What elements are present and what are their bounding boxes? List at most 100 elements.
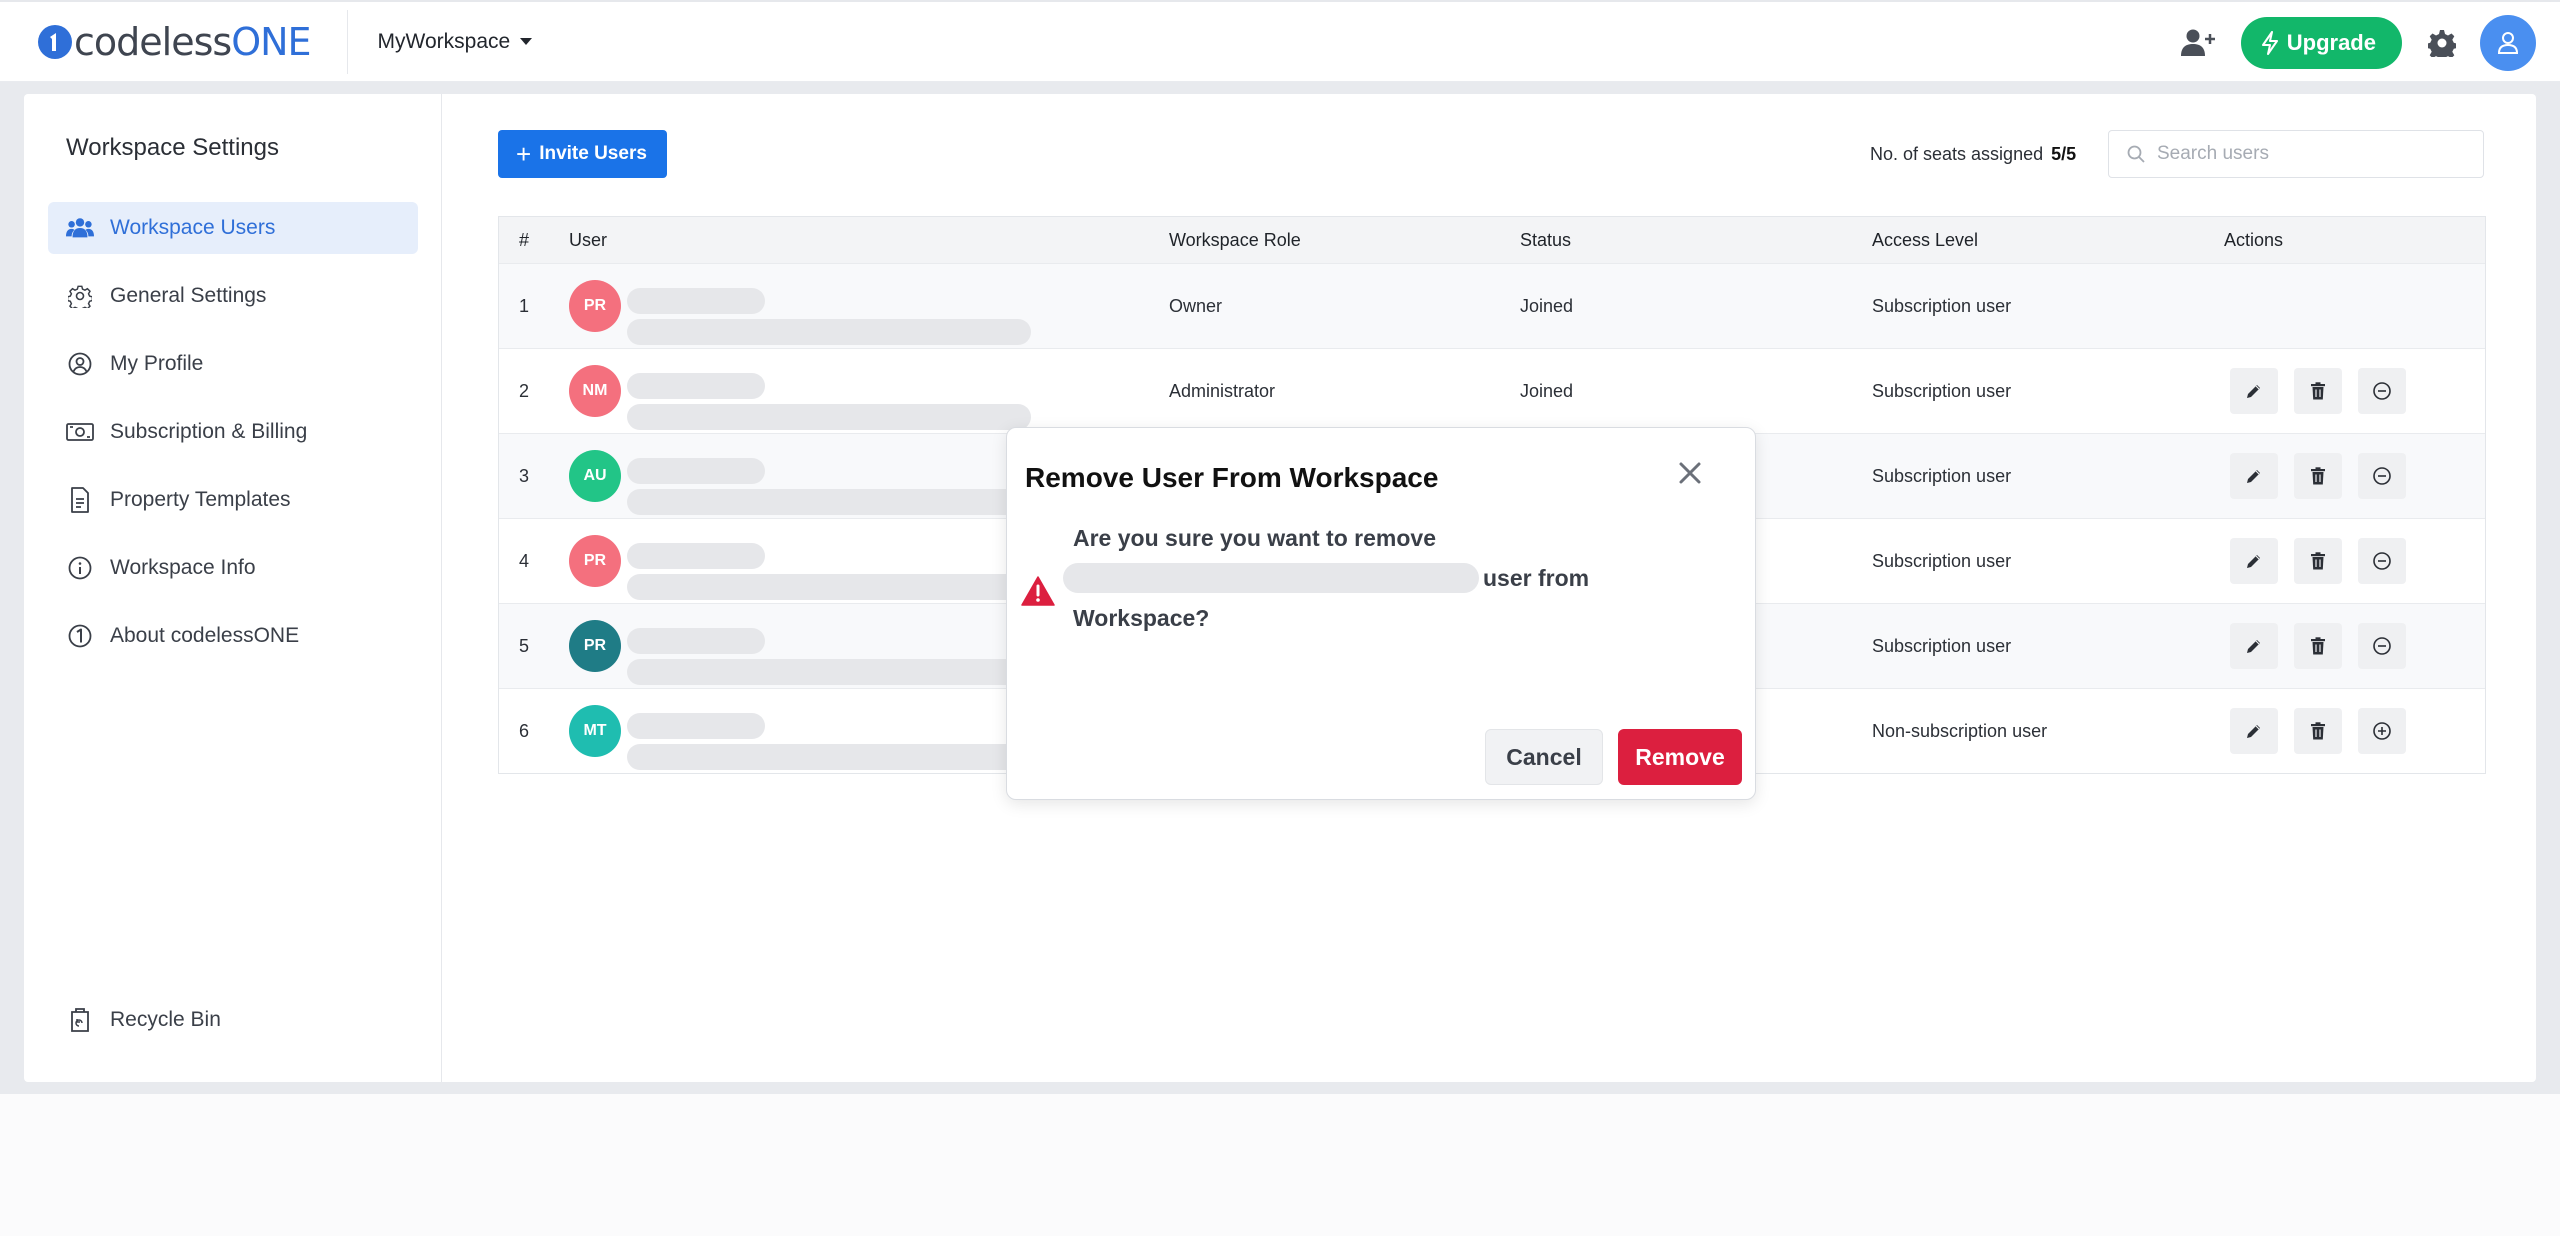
column-header: Status (1520, 229, 1572, 250)
workspace-switcher[interactable]: MyWorkspace (378, 30, 533, 54)
row-number: 4 (519, 550, 530, 571)
seats-value: 5/5 (2051, 144, 2077, 164)
sidebar-nav: Workspace Users General Settings My Prof… (48, 202, 418, 678)
edit-button[interactable] (2230, 368, 2278, 414)
remove-subscription-button[interactable] (2358, 623, 2406, 669)
sidebar-item-label: Workspace Users (110, 216, 276, 239)
avatar: MT (569, 705, 621, 757)
access-level-cell: Subscription user (1872, 295, 2012, 316)
logo-mark-icon (38, 24, 72, 59)
actions-cell (2224, 623, 2485, 669)
delete-button[interactable] (2294, 453, 2342, 499)
codelessone-icon (66, 622, 94, 650)
upgrade-button[interactable]: Upgrade (2240, 17, 2402, 69)
lightning-icon (2261, 31, 2278, 55)
trash-icon (2310, 552, 2326, 570)
sidebar-item-subscription-billing[interactable]: Subscription & Billing (48, 406, 418, 458)
sidebar: Workspace Settings Workspace Users Gener… (24, 94, 442, 1082)
sidebar-item-label: Property Templates (110, 488, 291, 511)
sidebar-item-my-profile[interactable]: My Profile (48, 338, 418, 390)
row-number: 6 (519, 720, 530, 741)
sidebar-item-property-templates[interactable]: Property Templates (48, 474, 418, 526)
search-icon (2127, 145, 2145, 163)
row-number: 1 (519, 295, 530, 316)
edit-button[interactable] (2230, 538, 2278, 584)
dialog-message: Are you sure you want to remove user fro… (1063, 518, 1633, 638)
settings-button[interactable] (2422, 23, 2462, 63)
user-name-placeholder (627, 457, 1031, 515)
sidebar-item-label: Subscription & Billing (110, 420, 308, 443)
user-plus-icon (2180, 29, 2215, 56)
sidebar-item-workspace-info[interactable]: Workspace Info (48, 542, 418, 594)
document-icon (66, 486, 94, 514)
add-user-button[interactable] (2179, 23, 2219, 63)
dialog-title: Remove User From Workspace (1025, 462, 1439, 493)
sidebar-item-general-settings[interactable]: General Settings (48, 270, 418, 322)
remove-subscription-button[interactable] (2358, 368, 2406, 414)
delete-button[interactable] (2294, 623, 2342, 669)
sidebar-item-label: About codelessONE (110, 624, 300, 647)
delete-button[interactable] (2294, 538, 2342, 584)
delete-button[interactable] (2294, 368, 2342, 414)
warning-icon (1021, 576, 1055, 611)
pencil-icon (2245, 722, 2263, 740)
app-logo[interactable]: codelessONE (38, 1, 312, 83)
remove-subscription-button[interactable] (2358, 453, 2406, 499)
edit-button[interactable] (2230, 708, 2278, 754)
info-icon (66, 554, 94, 582)
gear-icon (2428, 30, 2456, 57)
table-row: 2 NM Administrator Joined Subscription user (499, 348, 2485, 433)
table-row: 1 PR Owner Joined Subscription user (499, 263, 2485, 348)
delete-button[interactable] (2294, 708, 2342, 754)
user-name-placeholder (627, 372, 1031, 430)
cancel-button[interactable]: Cancel (1485, 729, 1603, 785)
actions-cell (2224, 538, 2485, 584)
sidebar-item-recycle-bin[interactable]: Recycle Bin (48, 994, 418, 1046)
close-button[interactable] (1673, 456, 1707, 490)
sidebar-item-about[interactable]: About codelessONE (48, 610, 418, 662)
avatar: NM (569, 365, 621, 417)
edit-button[interactable] (2230, 623, 2278, 669)
recycle-bin-icon (66, 1006, 94, 1034)
sidebar-item-label: General Settings (110, 284, 267, 307)
search-box[interactable] (2108, 130, 2484, 178)
actions-cell (2224, 453, 2485, 499)
row-number: 2 (519, 380, 530, 401)
circle-plus-icon (2372, 721, 2392, 741)
column-header: User (569, 229, 608, 250)
row-number: 5 (519, 635, 530, 656)
user-cell: PR (569, 268, 1169, 345)
trash-icon (2310, 722, 2326, 740)
row-number: 3 (519, 465, 530, 486)
search-input[interactable] (2157, 143, 2457, 165)
invite-users-button[interactable]: + Invite Users (498, 130, 667, 178)
edit-button[interactable] (2230, 453, 2278, 499)
add-subscription-button[interactable] (2358, 708, 2406, 754)
sidebar-item-label: Workspace Info (110, 556, 256, 579)
logo-text: codelessONE (74, 19, 312, 64)
circle-minus-icon (2372, 381, 2392, 401)
message-mid: user from (1483, 565, 1590, 591)
message-start: Are you sure you want to remove (1073, 525, 1436, 551)
remove-user-dialog: Remove User From Workspace Are you sure … (1006, 427, 1756, 800)
seats-assigned: No. of seats assigned 5/5 (1870, 144, 2076, 165)
remove-button[interactable]: Remove (1618, 729, 1742, 785)
money-icon (66, 418, 94, 446)
user-avatar-button[interactable] (2480, 15, 2536, 71)
user-name-placeholder (627, 712, 1031, 770)
sidebar-item-workspace-users[interactable]: Workspace Users (48, 202, 418, 254)
workspace-name: MyWorkspace (377, 29, 511, 53)
status-cell: Joined (1520, 295, 1574, 316)
plus-icon: + (516, 139, 532, 169)
user-name-placeholder (627, 542, 1031, 600)
remove-subscription-button[interactable] (2358, 538, 2406, 584)
column-header: Actions (2224, 229, 2284, 250)
users-icon (66, 214, 94, 242)
actions-cell (2224, 708, 2485, 754)
trash-icon (2310, 382, 2326, 400)
user-cell: NM (569, 353, 1169, 430)
status-cell: Joined (1520, 380, 1574, 401)
user-name-placeholder (627, 287, 1031, 345)
trash-icon (2310, 637, 2326, 655)
pencil-icon (2245, 637, 2263, 655)
